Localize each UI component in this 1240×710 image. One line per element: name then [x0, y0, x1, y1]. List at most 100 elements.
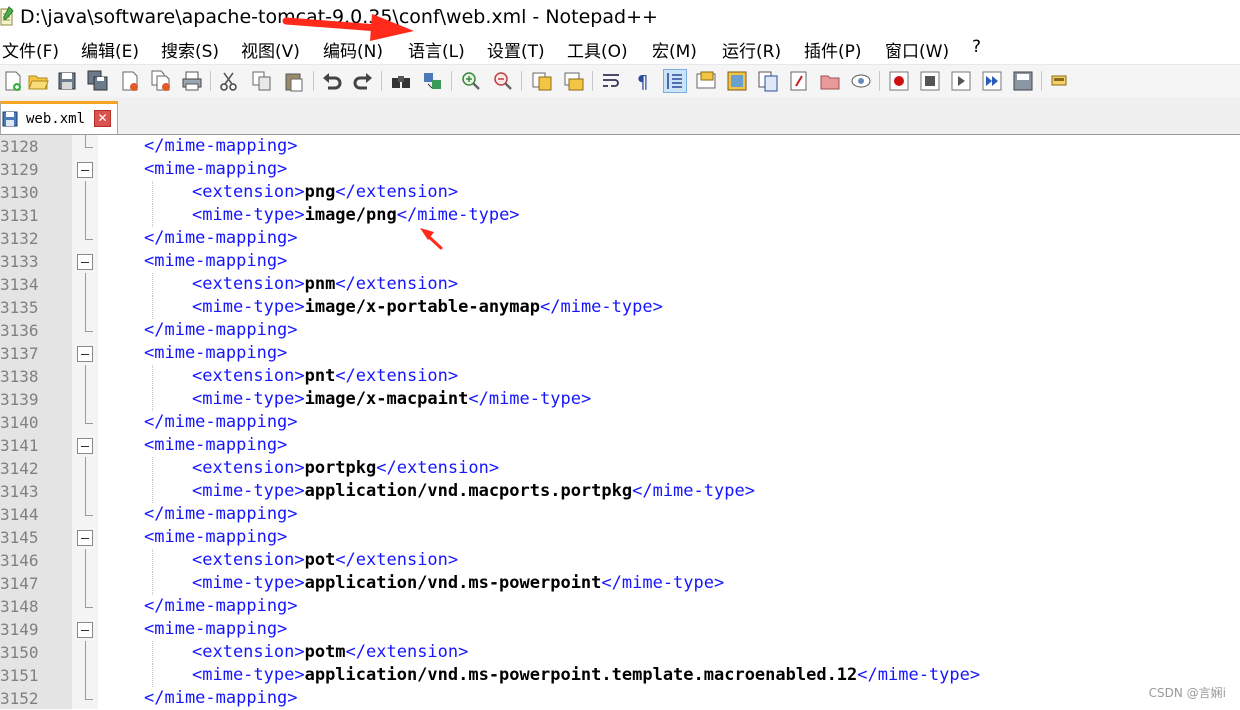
plugin-icon[interactable]: [1049, 70, 1071, 92]
menu-window[interactable]: 窗口(W): [885, 37, 949, 62]
close-file-icon[interactable]: [119, 70, 141, 92]
code-line[interactable]: 3144 </mime-mapping>: [0, 503, 1240, 526]
fold-toggle-icon[interactable]: [77, 254, 93, 270]
code-line[interactable]: 3147 <mime-type>application/vnd.ms-powerp…: [0, 572, 1240, 595]
code-text: </mime-mapping>: [144, 687, 298, 710]
user-lang-icon[interactable]: [695, 70, 717, 92]
new-file-icon[interactable]: [2, 70, 24, 92]
play-macro-icon[interactable]: [950, 70, 972, 92]
copy-icon[interactable]: [251, 70, 273, 92]
code-line[interactable]: 3131 <mime-type>image/png</mime-type>: [0, 204, 1240, 227]
editor[interactable]: 3128 </mime-mapping> 3129 <mime-mapping> 313…: [0, 135, 1240, 709]
toolbar-separator: [1041, 71, 1042, 91]
window-title: D:\java\software\apache-tomcat-9.0.35\co…: [20, 6, 658, 28]
code-line[interactable]: 3151 <mime-type>application/vnd.ms-powerp…: [0, 664, 1240, 687]
code-line[interactable]: 3134 <extension>pnm</extension>: [0, 273, 1240, 296]
fold-line: [85, 388, 86, 411]
code-line[interactable]: 3152 </mime-mapping>: [0, 687, 1240, 710]
code-line[interactable]: 3128 </mime-mapping>: [0, 135, 1240, 158]
xml-tag: <extension>: [192, 366, 305, 386]
indent-guide: [152, 181, 153, 204]
code-line[interactable]: 3136 </mime-mapping>: [0, 319, 1240, 342]
code-line[interactable]: 3141 <mime-mapping>: [0, 434, 1240, 457]
replace-icon[interactable]: [422, 70, 444, 92]
code-line[interactable]: 3142 <extension>portpkg</extension>: [0, 457, 1240, 480]
redo-icon[interactable]: [352, 70, 374, 92]
paste-icon[interactable]: [283, 70, 305, 92]
indent-guide-icon[interactable]: [663, 69, 687, 93]
open-file-icon[interactable]: [27, 70, 49, 92]
print-icon[interactable]: [181, 70, 203, 92]
fold-end: [85, 699, 93, 700]
record-macro-icon[interactable]: [888, 70, 910, 92]
monitoring-icon[interactable]: [850, 70, 872, 92]
menu-settings[interactable]: 设置(T): [487, 37, 545, 62]
code-line[interactable]: 3145 <mime-mapping>: [0, 526, 1240, 549]
fold-toggle-icon[interactable]: [77, 346, 93, 362]
code-line[interactable]: 3135 <mime-type>image/x-portable-anymap</…: [0, 296, 1240, 319]
tab-web-xml[interactable]: web.xml ✕: [0, 101, 118, 134]
xml-value: png: [304, 182, 336, 202]
menu-file[interactable]: 文件(F): [2, 37, 59, 62]
line-number: 3144: [0, 505, 39, 524]
code-line[interactable]: 3138 <extension>pnt</extension>: [0, 365, 1240, 388]
menu-run[interactable]: 运行(R): [722, 37, 781, 62]
menu-plugins[interactable]: 插件(P): [804, 37, 862, 62]
doc-map-icon[interactable]: [726, 70, 748, 92]
function-list-icon[interactable]: [788, 70, 810, 92]
code-line[interactable]: 3133 <mime-mapping>: [0, 250, 1240, 273]
cut-icon[interactable]: [218, 70, 240, 92]
stop-macro-icon[interactable]: [919, 70, 941, 92]
code-line[interactable]: 3149 <mime-mapping>: [0, 618, 1240, 641]
menu-language[interactable]: 语言(L): [408, 37, 465, 62]
doc-list-icon[interactable]: [757, 70, 779, 92]
close-icon[interactable]: ✕: [94, 110, 111, 127]
code-line[interactable]: 3148 </mime-mapping>: [0, 595, 1240, 618]
fold-toggle-icon[interactable]: [77, 622, 93, 638]
menu-help[interactable]: ?: [972, 37, 981, 57]
folder-workspace-icon[interactable]: [819, 70, 841, 92]
xml-value: portpkg: [304, 458, 377, 478]
code-text: <mime-mapping>: [144, 526, 287, 549]
find-icon[interactable]: [390, 70, 412, 92]
fold-line: [85, 319, 86, 331]
code-line[interactable]: 3150 <extension>potm</extension>: [0, 641, 1240, 664]
zoom-out-icon[interactable]: [492, 70, 514, 92]
word-wrap-icon[interactable]: [601, 70, 623, 92]
code-text: </mime-mapping>: [144, 135, 298, 158]
code-text: <extension>pnm</extension>: [192, 273, 458, 296]
fold-toggle-icon[interactable]: [77, 438, 93, 454]
save-icon[interactable]: [56, 70, 78, 92]
code-line[interactable]: 3143 <mime-type>application/vnd.macports.…: [0, 480, 1240, 503]
sync-horizontal-icon[interactable]: [563, 70, 585, 92]
code-line[interactable]: 3146 <extension>pot</extension>: [0, 549, 1240, 572]
xml-tag: <extension>: [192, 550, 305, 570]
menu-tools[interactable]: 工具(O): [567, 37, 628, 62]
undo-icon[interactable]: [321, 70, 343, 92]
save-all-icon[interactable]: [87, 70, 109, 92]
menu-search[interactable]: 搜索(S): [161, 37, 219, 62]
fold-toggle-icon[interactable]: [77, 162, 93, 178]
xml-tag: </mime-type>: [632, 481, 755, 501]
sync-vertical-icon[interactable]: [531, 70, 553, 92]
menu-edit[interactable]: 编辑(E): [81, 37, 139, 62]
xml-tag: </extension>: [335, 274, 459, 294]
code-line[interactable]: 3140 </mime-mapping>: [0, 411, 1240, 434]
save-macro-icon[interactable]: [1012, 70, 1034, 92]
code-line[interactable]: 3137 <mime-mapping>: [0, 342, 1240, 365]
code-line[interactable]: 3130 <extension>png</extension>: [0, 181, 1240, 204]
show-all-chars-icon[interactable]: ¶: [632, 70, 654, 92]
indent-guide: [152, 480, 153, 503]
code-line[interactable]: 3139 <mime-type>image/x-macpaint</mime-ty…: [0, 388, 1240, 411]
code-line[interactable]: 3129 <mime-mapping>: [0, 158, 1240, 181]
menu-macro[interactable]: 宏(M): [652, 37, 697, 62]
code-line[interactable]: 3132 </mime-mapping>: [0, 227, 1240, 250]
zoom-in-icon[interactable]: [460, 70, 482, 92]
close-all-icon[interactable]: [150, 70, 172, 92]
run-macro-multiple-icon[interactable]: [981, 70, 1003, 92]
fold-toggle-icon[interactable]: [77, 530, 93, 546]
fold-line: [85, 595, 86, 607]
menu-view[interactable]: 视图(V): [241, 37, 300, 62]
line-number: 3135: [0, 298, 39, 317]
menu-encoding[interactable]: 编码(N): [323, 37, 383, 62]
